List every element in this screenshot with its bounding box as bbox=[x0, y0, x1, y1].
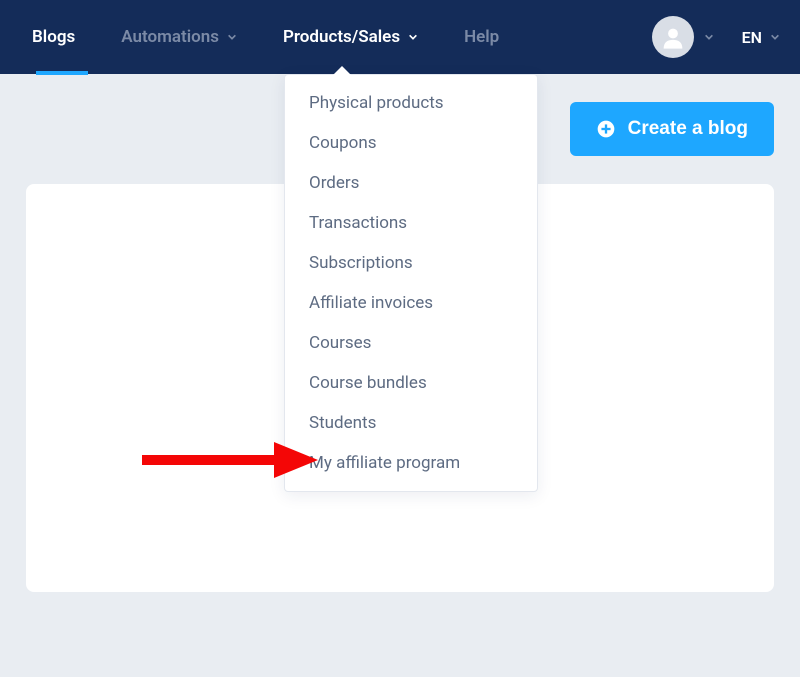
dropdown-course-bundles[interactable]: Course bundles bbox=[285, 363, 537, 403]
language-selector[interactable]: EN bbox=[726, 28, 796, 47]
nav-automations[interactable]: Automations bbox=[107, 0, 251, 74]
products-sales-dropdown: Physical products Coupons Orders Transac… bbox=[284, 74, 538, 492]
nav-help-label: Help bbox=[464, 27, 499, 47]
user-icon bbox=[659, 23, 687, 51]
dropdown-orders[interactable]: Orders bbox=[285, 163, 537, 203]
chevron-down-icon bbox=[704, 32, 714, 42]
chevron-down-icon bbox=[770, 32, 780, 42]
nav-blogs[interactable]: Blogs bbox=[18, 0, 89, 74]
nav-automations-label: Automations bbox=[121, 27, 219, 47]
chevron-down-icon bbox=[408, 32, 418, 42]
nav-right: EN bbox=[640, 0, 796, 74]
nav-help[interactable]: Help bbox=[450, 0, 513, 74]
dropdown-my-affiliate-program[interactable]: My affiliate program bbox=[285, 443, 537, 483]
language-label: EN bbox=[742, 28, 762, 47]
dropdown-physical-products[interactable]: Physical products bbox=[285, 83, 537, 123]
nav-blogs-label: Blogs bbox=[32, 27, 75, 47]
top-nav: Blogs Automations Products/Sales Help bbox=[0, 0, 800, 74]
dropdown-courses[interactable]: Courses bbox=[285, 323, 537, 363]
chevron-down-icon bbox=[227, 32, 237, 42]
avatar bbox=[652, 16, 694, 58]
dropdown-coupons[interactable]: Coupons bbox=[285, 123, 537, 163]
dropdown-students[interactable]: Students bbox=[285, 403, 537, 443]
nav-products-sales[interactable]: Products/Sales bbox=[269, 0, 432, 74]
dropdown-transactions[interactable]: Transactions bbox=[285, 203, 537, 243]
create-blog-label: Create a blog bbox=[628, 118, 748, 140]
create-blog-button[interactable]: Create a blog bbox=[570, 102, 774, 156]
nav-products-sales-label: Products/Sales bbox=[283, 27, 400, 47]
plus-circle-icon bbox=[596, 119, 616, 139]
dropdown-affiliate-invoices[interactable]: Affiliate invoices bbox=[285, 283, 537, 323]
user-menu[interactable] bbox=[640, 16, 726, 58]
dropdown-subscriptions[interactable]: Subscriptions bbox=[285, 243, 537, 283]
